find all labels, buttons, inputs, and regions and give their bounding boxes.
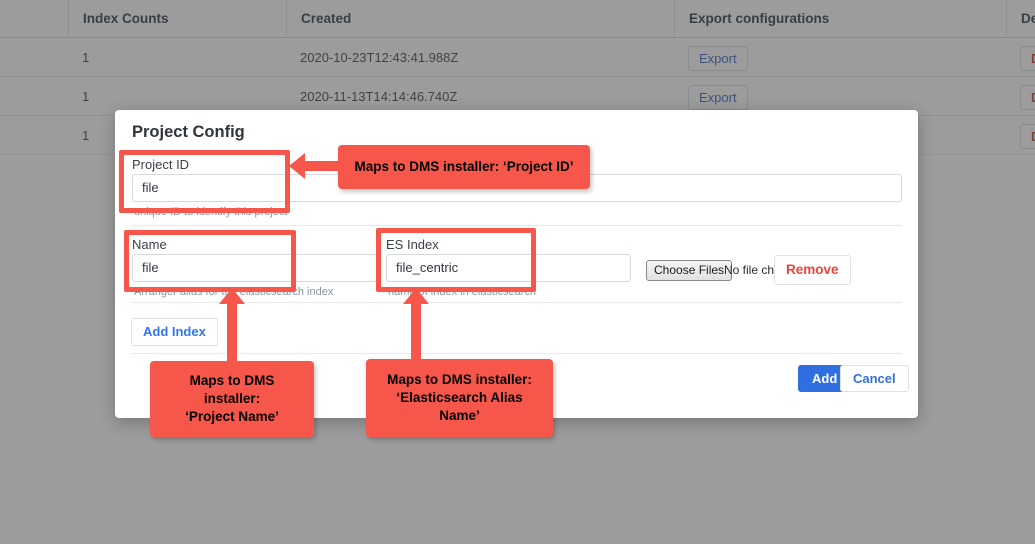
modal-title: Project Config [132, 123, 245, 141]
cancel-button[interactable]: Cancel [840, 365, 909, 392]
name-label: Name [132, 237, 167, 252]
project-id-label: Project ID [132, 157, 190, 172]
project-config-modal: Project Config Project ID file unique ID… [115, 110, 918, 418]
es-index-label: ES Index [386, 237, 439, 252]
divider [131, 225, 902, 226]
file-status-text: No file cho [724, 263, 774, 277]
divider [131, 302, 902, 303]
es-index-input[interactable]: file_centric [386, 254, 631, 282]
name-input[interactable]: file [132, 254, 377, 282]
es-index-help: name of index in elasticsearch [388, 286, 536, 298]
project-id-input[interactable]: file [132, 174, 902, 202]
file-picker-row: Choose Files No file cho Remove [646, 255, 876, 285]
name-help: Arranger alias for the elasticsearch ind… [134, 286, 334, 298]
project-id-help: unique ID to identify this project [134, 206, 288, 218]
screenshot-root: Index Counts Created Export configuratio… [0, 0, 1035, 544]
add-index-button[interactable]: Add Index [131, 318, 218, 346]
divider [131, 353, 902, 354]
choose-files-button[interactable]: Choose Files [646, 260, 733, 281]
remove-index-button[interactable]: Remove [774, 255, 851, 285]
